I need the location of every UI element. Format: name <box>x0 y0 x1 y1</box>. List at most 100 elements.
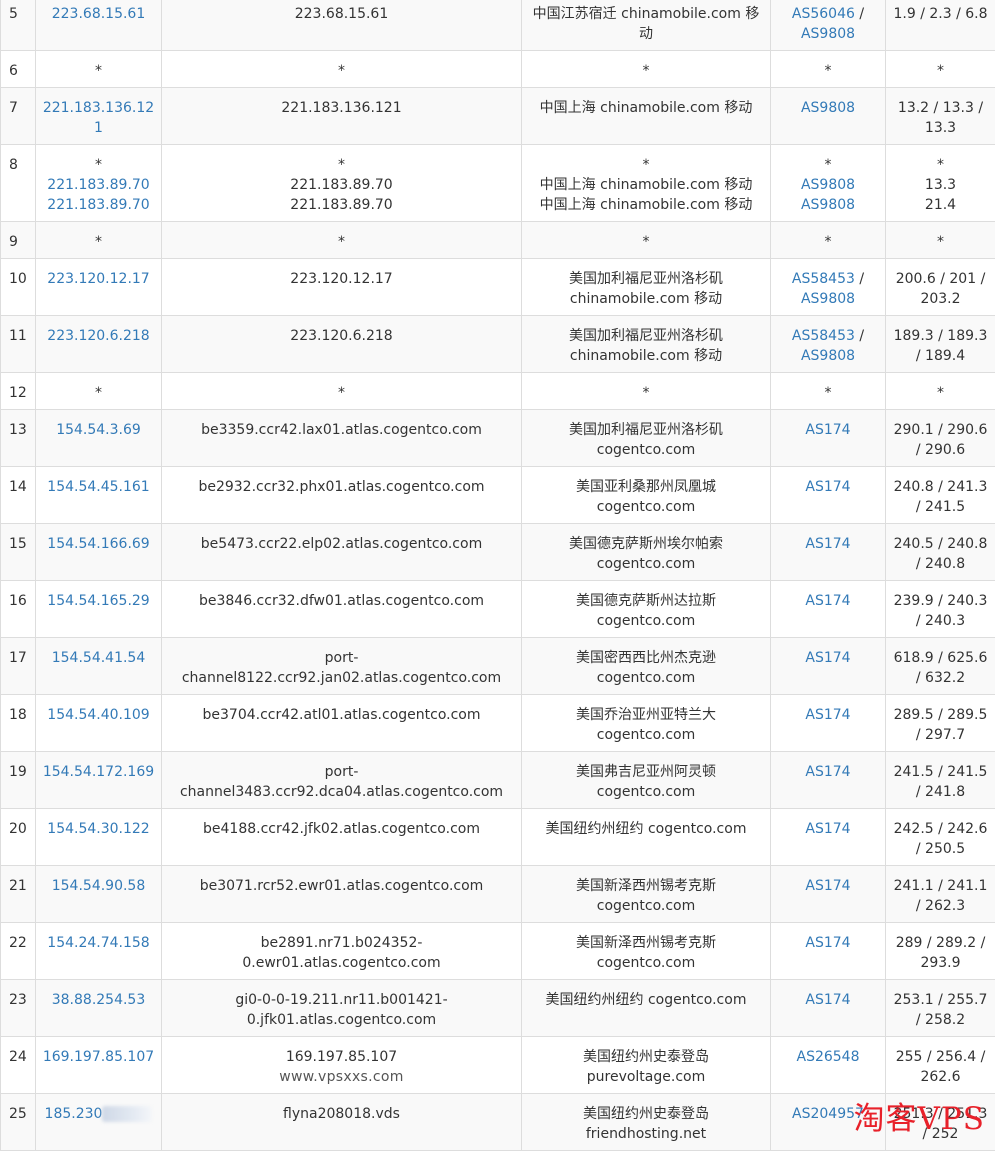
asn-cell: AS26548 <box>771 1037 886 1094</box>
location-cell: 美国新泽西州锡考克斯 cogentco.com <box>522 866 771 923</box>
latency-cell: 242.5 / 242.6 / 250.5 <box>886 809 995 866</box>
ip-link[interactable]: 221.183.136.121 <box>42 98 155 138</box>
location-cell: 美国加利福尼亚州洛杉矶 chinamobile.com 移动 <box>522 259 771 316</box>
ip-text: 223.120.12.17 <box>47 271 149 287</box>
ip-cell: 221.183.136.121 <box>36 88 162 145</box>
hostname: be3359.ccr42.lax01.atlas.cogentco.com <box>168 420 515 440</box>
location-text: 美国弗吉尼亚州阿灵顿 cogentco.com <box>528 762 764 802</box>
asn-link[interactable]: AS174 <box>805 479 850 495</box>
asn-link[interactable]: AS9808 <box>801 348 855 364</box>
ip-link[interactable]: 154.54.3.69 <box>42 420 155 440</box>
asn-link[interactable]: AS9808 <box>801 291 855 307</box>
hop-number: 15 <box>1 524 36 581</box>
ip-link[interactable]: 223.120.12.17 <box>42 269 155 289</box>
asn-link[interactable]: AS174 <box>805 650 850 666</box>
location-cell: 美国亚利桑那州凤凰城 cogentco.com <box>522 467 771 524</box>
ip-cell: * 221.183.89.70 221.183.89.70 <box>36 145 162 222</box>
ip-link[interactable]: 154.54.40.109 <box>42 705 155 725</box>
hop-number: 21 <box>1 866 36 923</box>
asn-timeout: * <box>825 63 832 79</box>
asn-link[interactable]: AS174 <box>805 536 850 552</box>
location-cell: 美国纽约州纽约 cogentco.com <box>522 980 771 1037</box>
ip-cell: 185.230 <box>36 1094 162 1151</box>
hop-row: 7221.183.136.121221.183.136.121中国上海 chin… <box>1 88 995 145</box>
hop-number: 13 <box>1 410 36 467</box>
ip-link[interactable]: 185.230 <box>42 1104 155 1124</box>
ip-link[interactable]: 154.54.172.169 <box>42 762 155 782</box>
hostname-cell: 223.120.6.218 <box>162 316 522 373</box>
asn-link[interactable]: AS58453 <box>792 328 855 344</box>
asn-cell: AS174 <box>771 809 886 866</box>
asn-cell: AS174 <box>771 980 886 1037</box>
ip-text: 154.54.3.69 <box>56 422 141 438</box>
hop-row: 22154.24.74.158be2891.nr71.b024352-0.ewr… <box>1 923 995 980</box>
ip-text: 185.230 <box>45 1106 103 1122</box>
ip-link[interactable]: 223.120.6.218 <box>42 326 155 346</box>
redaction-blur <box>102 1106 152 1122</box>
ip-cell: 154.54.165.29 <box>36 581 162 638</box>
ip-link[interactable]: 221.183.89.70 <box>42 175 155 195</box>
asn-cell: AS9808 <box>771 88 886 145</box>
ip-text: 154.54.45.161 <box>47 479 149 495</box>
location-cell: 美国加利福尼亚州洛杉矶 chinamobile.com 移动 <box>522 316 771 373</box>
hop-row: 13 154.54.3.69 be3359.ccr42.lax01.atlas.co… <box>1 410 995 467</box>
ip-timeout: * <box>42 232 155 252</box>
ip-link[interactable]: 38.88.254.53 <box>42 990 155 1010</box>
asn-link[interactable]: AS174 <box>805 935 850 951</box>
asn-link[interactable]: AS174 <box>805 707 850 723</box>
asn-link[interactable]: AS9808 <box>777 175 879 195</box>
hostname: be5473.ccr22.elp02.atlas.cogentco.com <box>168 534 515 554</box>
ip-timeout: * <box>42 155 155 175</box>
ip-link[interactable]: 223.68.15.61 <box>42 4 155 24</box>
latency-cell: 289.5 / 289.5 / 297.7 <box>886 695 995 752</box>
location-cell: 美国新泽西州锡考克斯 cogentco.com <box>522 923 771 980</box>
ip-link[interactable]: 154.54.41.54 <box>42 648 155 668</box>
ip-link[interactable]: 221.183.89.70 <box>42 195 155 215</box>
hostname-cell: be3846.ccr32.dfw01.atlas.cogentco.com <box>162 581 522 638</box>
hostname: 223.68.15.61 <box>168 4 515 24</box>
ip-link[interactable]: 154.24.74.158 <box>42 933 155 953</box>
asn-link[interactable]: AS9808 <box>801 100 855 116</box>
asn-timeout: * <box>825 385 832 401</box>
ip-text: * <box>95 63 102 79</box>
hostname-cell: port-channel8122.ccr92.jan02.atlas.cogen… <box>162 638 522 695</box>
ip-text: 221.183.89.70 <box>47 177 149 193</box>
ip-text: * <box>95 234 102 250</box>
location-text: * <box>528 155 764 175</box>
asn-link[interactable]: AS174 <box>805 878 850 894</box>
asn-cell: AS174 <box>771 866 886 923</box>
asn-link[interactable]: AS9808 <box>801 26 855 42</box>
asn-link[interactable]: AS56046 <box>792 6 855 22</box>
asn-timeout: * <box>777 155 879 175</box>
ip-link[interactable]: 169.197.85.107 <box>42 1047 155 1067</box>
latency-cell: * <box>886 51 995 88</box>
hop-row: 9***** <box>1 222 995 259</box>
asn-link[interactable]: AS9808 <box>777 195 879 215</box>
location-cell: 美国弗吉尼亚州阿灵顿 cogentco.com <box>522 752 771 809</box>
asn-link[interactable]: AS174 <box>805 593 850 609</box>
hostname-cell: * <box>162 222 522 259</box>
ip-link[interactable]: 154.54.90.58 <box>42 876 155 896</box>
asn-link[interactable]: AS58453 <box>792 271 855 287</box>
hostname-cell: be2932.ccr32.phx01.atlas.cogentco.com <box>162 467 522 524</box>
location-text: 美国纽约州纽约 cogentco.com <box>528 990 764 1010</box>
ip-link[interactable]: 154.54.166.69 <box>42 534 155 554</box>
location-cell: * <box>522 51 771 88</box>
asn-link[interactable]: AS174 <box>805 821 850 837</box>
hop-number: 20 <box>1 809 36 866</box>
ip-link[interactable]: 154.54.165.29 <box>42 591 155 611</box>
asn-link[interactable]: AS26548 <box>797 1049 860 1065</box>
location-cell: 美国纽约州史泰登岛 friendhosting.net <box>522 1094 771 1151</box>
asn-link[interactable]: AS174 <box>805 764 850 780</box>
asn-link[interactable]: AS174 <box>805 992 850 1008</box>
ip-link[interactable]: 154.54.30.122 <box>42 819 155 839</box>
hop-number: 6 <box>1 51 36 88</box>
location-text: * <box>528 383 764 403</box>
hostname: be2891.nr71.b024352-0.ewr01.atlas.cogent… <box>168 933 515 973</box>
asn-cell: AS174 <box>771 581 886 638</box>
ip-link[interactable]: 154.54.45.161 <box>42 477 155 497</box>
asn-link[interactable]: AS204957 <box>792 1106 864 1122</box>
ip-cell: 154.54.30.122 <box>36 809 162 866</box>
asn-link[interactable]: AS174 <box>805 422 850 438</box>
ip-cell: 154.54.90.58 <box>36 866 162 923</box>
